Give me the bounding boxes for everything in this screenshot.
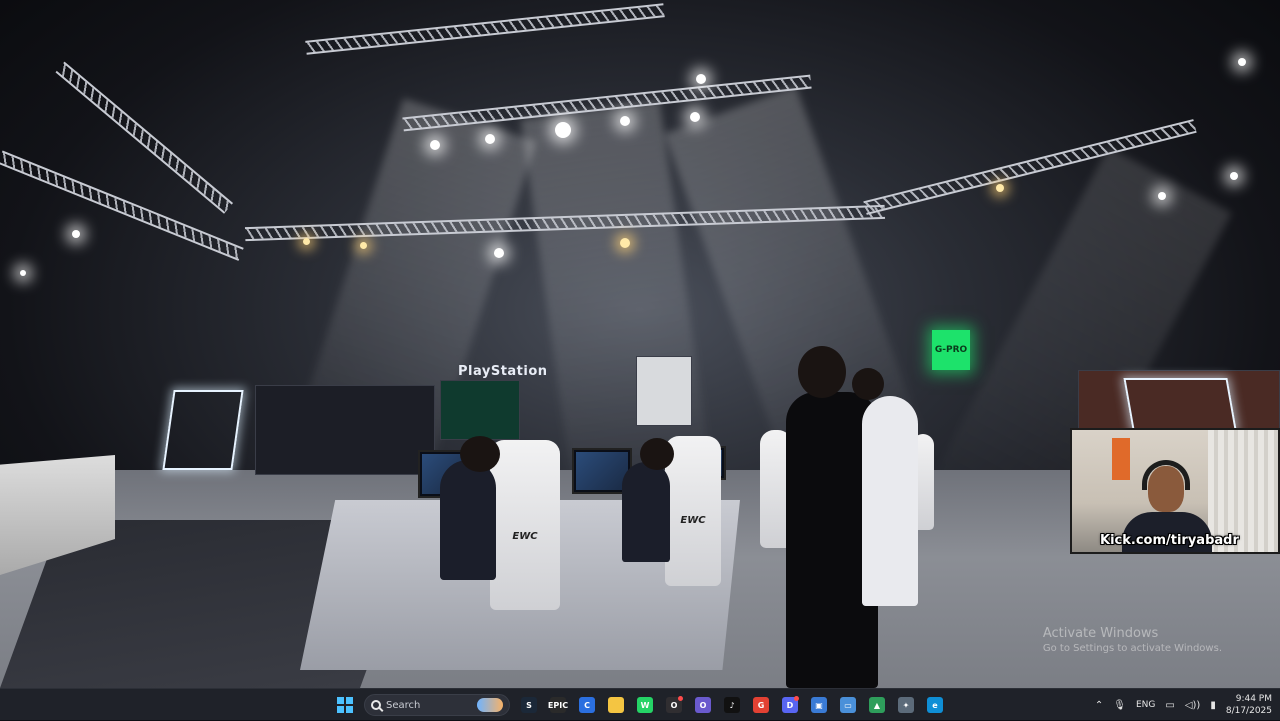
stage-light <box>494 248 504 258</box>
language-indicator[interactable]: ENG <box>1136 700 1155 710</box>
banner-stand <box>636 356 692 426</box>
taskbar-app-discord[interactable]: D <box>779 694 801 716</box>
gaming-chair: EWC <box>490 440 560 610</box>
activate-windows-watermark: Activate Windows Go to Settings to activ… <box>1043 626 1222 654</box>
stage-light <box>620 116 630 126</box>
app-blue-icon: ▣ <box>811 697 827 713</box>
taskbar-center: Search S EPIC C W O O ♪ G D ▣ ▭ ▲ ✦ e <box>334 689 946 721</box>
clock[interactable]: 9:44 PM 8/17/2025 <box>1226 693 1272 717</box>
taskbar-app-edge[interactable]: e <box>924 694 946 716</box>
stage-light <box>696 74 706 84</box>
desktop-wallpaper: PlayStation G-PRO EWC EWC Kick.com/tirya… <box>0 0 1280 688</box>
stage-truss <box>305 3 665 55</box>
start-button[interactable] <box>334 694 356 716</box>
taskbar-app-chrome[interactable]: G <box>750 694 772 716</box>
stage-light <box>1230 172 1238 180</box>
cortana-icon: O <box>695 697 711 713</box>
taskbar-app-whatsapp[interactable]: W <box>634 694 656 716</box>
taskbar-app-epic-games[interactable]: EPIC <box>547 694 569 716</box>
notification-badge <box>794 696 799 701</box>
taskbar-app-app-blue[interactable]: ▣ <box>808 694 830 716</box>
player <box>440 460 496 580</box>
notification-badge <box>678 696 683 701</box>
windows-logo-icon <box>337 697 353 713</box>
stage-light <box>690 112 700 122</box>
battery-icon[interactable]: ▮ <box>1210 700 1216 711</box>
microphone-icon[interactable]: 🎙︎ <box>1113 700 1126 711</box>
taskbar-app-app-gear[interactable]: ✦ <box>895 694 917 716</box>
watermark-title: Activate Windows <box>1042 626 1159 641</box>
green-sign: G-PRO <box>932 330 970 370</box>
stage-light <box>620 238 630 248</box>
team-member <box>862 396 918 606</box>
stage-truss <box>0 150 244 261</box>
search-highlight-icon <box>477 698 503 712</box>
tiktok-icon: ♪ <box>724 697 740 713</box>
stage-light <box>1238 58 1246 66</box>
stage-light <box>485 134 495 144</box>
network-icon[interactable]: ▭ <box>1165 700 1174 711</box>
webcam-overlay: Kick.com/tiryabadr <box>1070 428 1280 554</box>
taskbar-search[interactable]: Search <box>364 694 510 716</box>
epic-games-icon: EPIC <box>548 697 568 713</box>
player <box>622 462 670 562</box>
taskbar-app-obs[interactable]: O <box>663 694 685 716</box>
file-explorer-icon <box>608 697 624 713</box>
clock-date: 8/17/2025 <box>1225 706 1272 716</box>
vendor-booth <box>440 380 520 440</box>
playstation-sign: PlayStation <box>458 364 548 379</box>
stage-light <box>555 122 571 138</box>
system-tray: ⌃ 🎙︎ ENG ▭ ◁)) ▮ 9:44 PM 8/17/2025 <box>1095 689 1272 721</box>
gaming-chair: EWC <box>665 436 721 586</box>
taskbar-app-copilot[interactable]: C <box>576 694 598 716</box>
taskbar-app-app-window[interactable]: ▭ <box>837 694 859 716</box>
chevron-up-icon[interactable]: ⌃ <box>1095 700 1103 711</box>
chrome-icon: G <box>753 697 769 713</box>
staff-head <box>798 346 846 398</box>
neon-frame <box>1123 378 1237 430</box>
wall-poster <box>1112 438 1130 480</box>
search-icon <box>371 700 381 710</box>
neon-frame <box>162 390 244 470</box>
taskbar-app-file-explorer[interactable] <box>605 694 627 716</box>
app-gear-icon: ✦ <box>898 697 914 713</box>
arena-scene: PlayStation G-PRO EWC EWC <box>0 0 1280 688</box>
search-placeholder: Search <box>386 699 421 711</box>
stage-light <box>996 184 1004 192</box>
chair-brand: EWC <box>680 515 706 526</box>
vendor-booth <box>255 385 435 475</box>
taskbar: Search S EPIC C W O O ♪ G D ▣ ▭ ▲ ✦ e ⌃ 🎙︎ ENG ▭ ◁)) … <box>0 688 1280 720</box>
edge-icon: e <box>927 697 943 713</box>
copilot-icon: C <box>579 697 595 713</box>
stage-light <box>430 140 440 150</box>
app-green-icon: ▲ <box>869 697 885 713</box>
whatsapp-icon: W <box>637 697 653 713</box>
stage-light <box>360 242 367 249</box>
stage-light <box>1158 192 1166 200</box>
headset-icon <box>1142 460 1190 490</box>
team-member-head <box>852 368 884 400</box>
player-head <box>460 436 500 472</box>
stage-light <box>303 238 310 245</box>
app-window-icon: ▭ <box>840 697 856 713</box>
stage-light <box>20 270 26 276</box>
volume-icon[interactable]: ◁)) <box>1185 700 1201 711</box>
taskbar-app-tiktok[interactable]: ♪ <box>721 694 743 716</box>
steam-icon: S <box>521 697 537 713</box>
watermark-subtitle: Go to Settings to activate Windows. <box>1042 643 1222 654</box>
stage-light <box>72 230 80 238</box>
pinned-apps: S EPIC C W O O ♪ G D ▣ ▭ ▲ ✦ e <box>518 694 946 716</box>
player-head <box>640 438 674 470</box>
taskbar-app-steam[interactable]: S <box>518 694 540 716</box>
clock-time: 9:44 PM <box>1235 694 1272 704</box>
taskbar-app-cortana[interactable]: O <box>692 694 714 716</box>
webcam-caption: Kick.com/tiryabadr <box>1100 533 1239 548</box>
chair-brand: EWC <box>512 531 538 542</box>
taskbar-app-app-green[interactable]: ▲ <box>866 694 888 716</box>
